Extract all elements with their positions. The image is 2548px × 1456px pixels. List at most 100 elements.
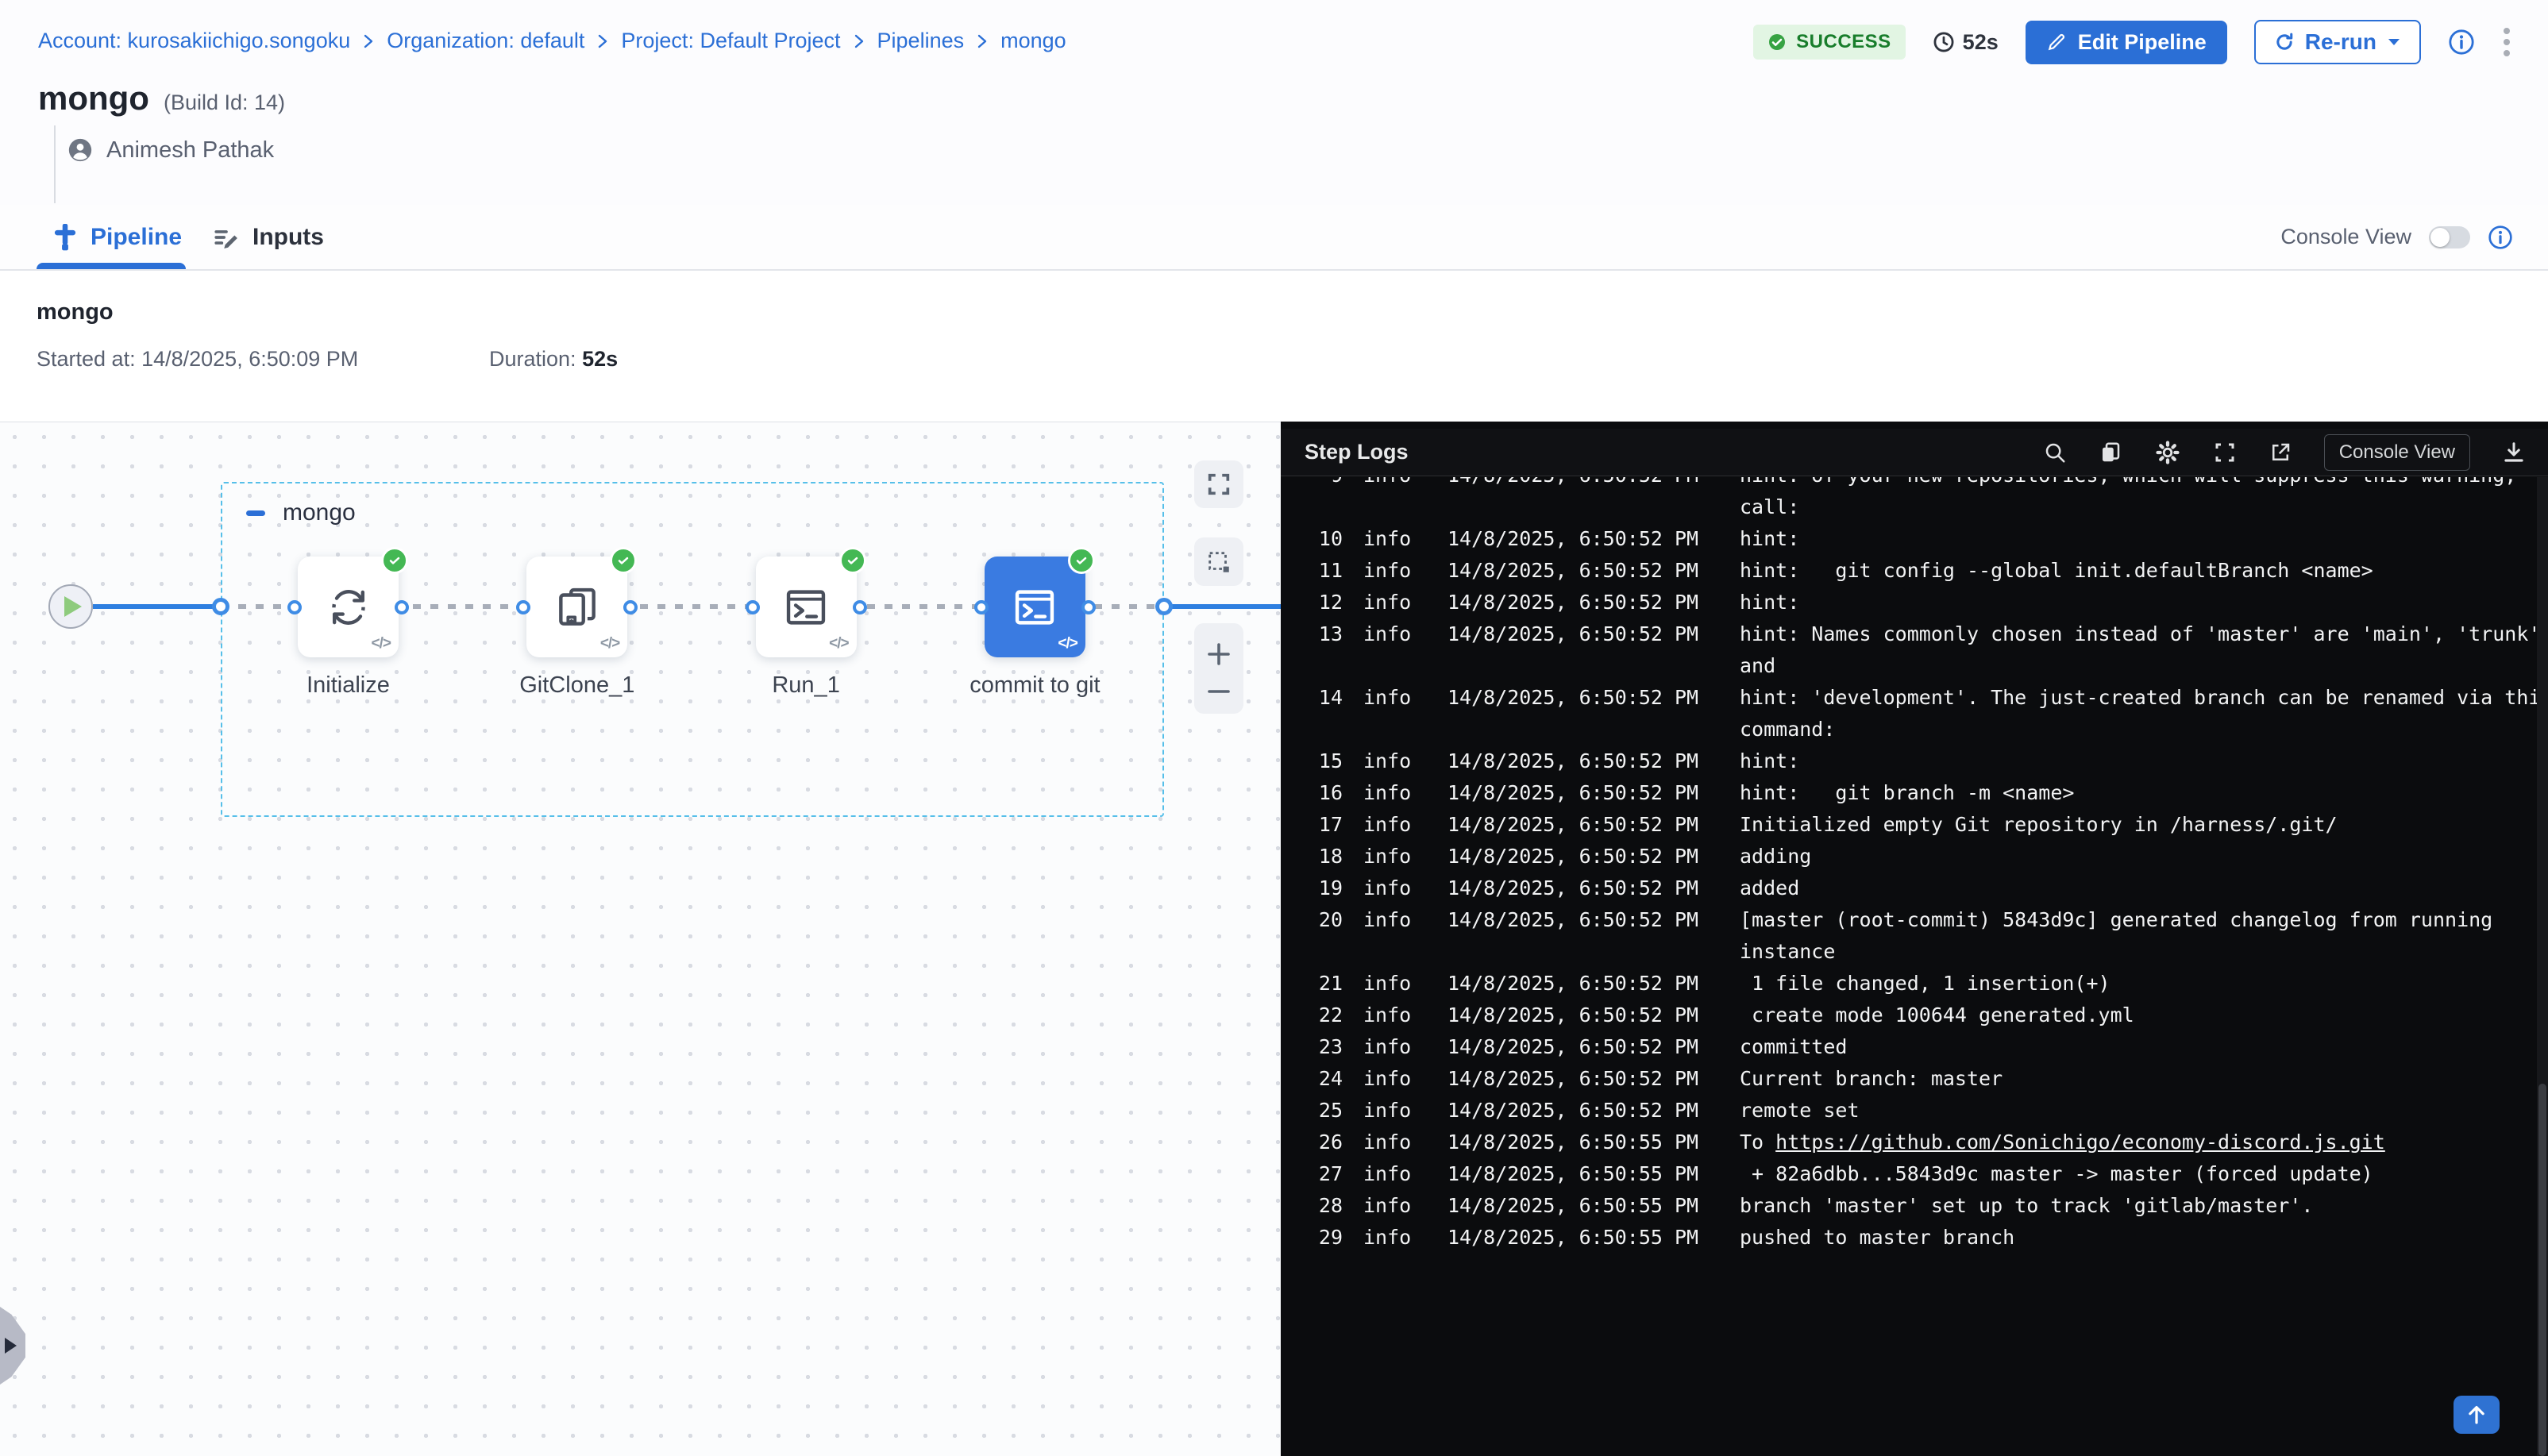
log-message: and xyxy=(1740,650,1775,682)
zoom-out-button[interactable] xyxy=(1205,685,1233,698)
console-view-button[interactable]: Console View xyxy=(2324,434,2470,471)
log-row: 17info14/8/2025, 6:50:52 PMInitialized e… xyxy=(1281,809,2537,841)
stage-name: mongo xyxy=(283,499,356,526)
log-row: 11info14/8/2025, 6:50:52 PMhint: git con… xyxy=(1281,555,2537,587)
code-icon: </> xyxy=(1058,635,1077,653)
step-out-connector[interactable] xyxy=(1081,600,1096,614)
log-level: info xyxy=(1363,618,1419,650)
gear-icon xyxy=(2154,439,2181,466)
code-icon: </> xyxy=(372,635,391,653)
log-row: 13info14/8/2025, 6:50:52 PMhint: Names c… xyxy=(1281,618,2537,650)
log-message: Initialized empty Git repository in /har… xyxy=(1740,809,2338,841)
step-success-icon xyxy=(1068,547,1095,574)
step-in-connector[interactable] xyxy=(516,600,530,614)
expand-left-panel-handle[interactable] xyxy=(0,1307,25,1385)
log-settings-button[interactable] xyxy=(2154,439,2181,466)
log-copy-button[interactable] xyxy=(2099,441,2122,464)
console-view-toggle[interactable] xyxy=(2429,226,2470,248)
tab-pipeline[interactable]: Pipeline xyxy=(52,205,182,269)
tab-bar: Pipeline Inputs Console View xyxy=(0,205,2548,271)
pipeline-step-gitclone_1[interactable]: </>GitClone_1 xyxy=(526,557,627,657)
step-out-connector[interactable] xyxy=(623,600,638,614)
step-in-connector[interactable] xyxy=(974,600,989,614)
log-line-number: 22 xyxy=(1303,1000,1343,1031)
clock-icon xyxy=(1933,31,1955,53)
step-logs-header: Step Logs Console View xyxy=(1281,429,2548,476)
pipeline-canvas[interactable]: mongo </>Initialize</>GitClone_1</>Run_1… xyxy=(0,422,1281,1456)
log-level: info xyxy=(1363,1000,1419,1031)
stage-header[interactable]: mongo xyxy=(246,499,356,526)
info-icon-button[interactable] xyxy=(2448,29,2475,56)
stage-out-connector[interactable] xyxy=(1155,598,1173,615)
status-text: SUCCESS xyxy=(1796,31,1891,53)
step-out-connector[interactable] xyxy=(853,600,867,614)
breadcrumb-link[interactable]: Organization: default xyxy=(387,29,584,53)
log-level xyxy=(1363,714,1419,745)
canvas-fit-button[interactable] xyxy=(1194,460,1243,508)
rerun-refresh-icon xyxy=(2273,31,2296,53)
log-rows[interactable]: 9info14/8/2025, 6:50:52 PMhint: of your … xyxy=(1281,477,2537,1456)
log-link[interactable]: https://github.com/Sonichigo/economy-dis… xyxy=(1775,1131,2385,1154)
log-line-number: 19 xyxy=(1303,872,1343,904)
log-level: info xyxy=(1363,1031,1419,1063)
log-line-number: 12 xyxy=(1303,587,1343,618)
step-card[interactable]: </> xyxy=(298,557,399,657)
scroll-to-top-button[interactable] xyxy=(2454,1396,2500,1434)
log-timestamp: 14/8/2025, 6:50:52 PM xyxy=(1447,1031,1710,1063)
log-row: 22info14/8/2025, 6:50:52 PM create mode … xyxy=(1281,1000,2537,1031)
step-label: Run_1 xyxy=(772,672,839,699)
log-download-button[interactable] xyxy=(2502,441,2526,464)
breadcrumb-link[interactable]: Project: Default Project xyxy=(621,29,840,53)
log-scrollbar-thumb[interactable] xyxy=(2538,1084,2546,1456)
kebab-menu-button[interactable] xyxy=(2502,25,2511,60)
pipeline-step-initialize[interactable]: </>Initialize xyxy=(298,557,399,657)
step-card[interactable]: </> xyxy=(985,557,1085,657)
chevron-down-icon xyxy=(2386,37,2402,48)
log-line-number xyxy=(1303,650,1343,682)
log-message: remote set xyxy=(1740,1095,1860,1127)
log-timestamp: 14/8/2025, 6:50:52 PM xyxy=(1447,841,1710,872)
step-card[interactable]: </> xyxy=(756,557,857,657)
run-duration: Duration: 52s xyxy=(489,347,618,372)
rerun-button[interactable]: Re-run xyxy=(2254,20,2421,64)
canvas-select-button[interactable] xyxy=(1194,537,1243,586)
log-line-number: 16 xyxy=(1303,777,1343,809)
step-card[interactable]: </> xyxy=(526,557,627,657)
log-line-number: 13 xyxy=(1303,618,1343,650)
zoom-in-button[interactable] xyxy=(1205,640,1233,668)
arrow-up-icon xyxy=(2465,1403,2488,1427)
log-row: call: xyxy=(1281,491,2537,523)
step-in-connector[interactable] xyxy=(746,600,760,614)
marquee-select-icon xyxy=(1205,549,1232,576)
log-open-new-tab-button[interactable] xyxy=(2269,441,2292,464)
log-line-number: 9 xyxy=(1303,477,1343,491)
step-in-connector[interactable] xyxy=(287,600,302,614)
step-logs-toolbar: Console View xyxy=(2043,434,2526,471)
log-timestamp: 14/8/2025, 6:50:55 PM xyxy=(1447,1190,1710,1222)
tab-inputs[interactable]: Inputs xyxy=(213,205,324,269)
pipeline-step-commit-to-git[interactable]: </>commit to git xyxy=(985,557,1085,657)
pipeline-step-run_1[interactable]: </>Run_1 xyxy=(756,557,857,657)
log-timestamp: 14/8/2025, 6:50:52 PM xyxy=(1447,1000,1710,1031)
log-scrollbar[interactable] xyxy=(2537,477,2548,1456)
author-name: Animesh Pathak xyxy=(106,137,274,164)
log-fullscreen-button[interactable] xyxy=(2213,441,2237,464)
breadcrumb-link[interactable]: Pipelines xyxy=(877,29,965,53)
stage-in-connector[interactable] xyxy=(212,598,229,615)
breadcrumb-link[interactable]: mongo xyxy=(1000,29,1066,53)
log-timestamp: 14/8/2025, 6:50:52 PM xyxy=(1447,1095,1710,1127)
log-search-button[interactable] xyxy=(2043,441,2067,464)
log-row: 23info14/8/2025, 6:50:52 PMcommitted xyxy=(1281,1031,2537,1063)
collapse-stage-icon[interactable] xyxy=(246,510,265,516)
step-out-connector[interactable] xyxy=(395,600,409,614)
console-view-info-icon[interactable] xyxy=(2488,225,2513,250)
pipeline-start-node[interactable] xyxy=(48,584,93,629)
log-line-number: 14 xyxy=(1303,682,1343,714)
log-line-number xyxy=(1303,714,1343,745)
edit-pipeline-button[interactable]: Edit Pipeline xyxy=(2026,21,2227,64)
breadcrumb-link[interactable]: Account: kurosakiichigo.songoku xyxy=(38,29,350,53)
log-timestamp: 14/8/2025, 6:50:52 PM xyxy=(1447,477,1710,491)
rerun-label: Re-run xyxy=(2305,29,2376,55)
connector-line-end xyxy=(1164,604,1281,609)
log-row: command: xyxy=(1281,714,2537,745)
